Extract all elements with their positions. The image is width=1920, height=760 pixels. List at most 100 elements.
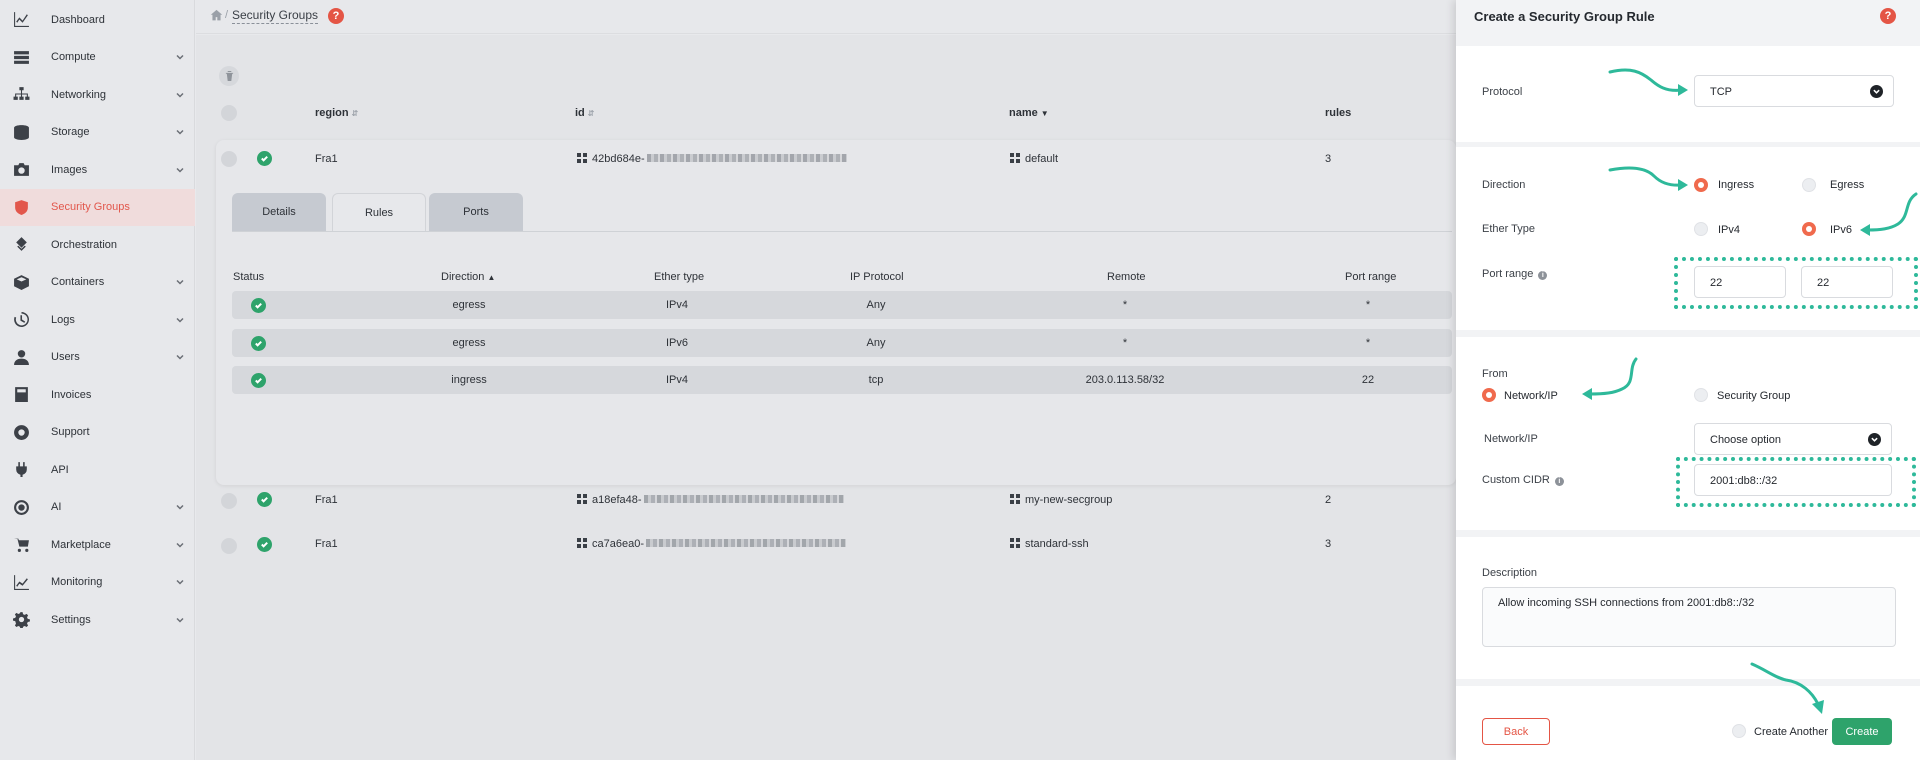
row-name[interactable]: standard-ssh [1010,538,1089,550]
column-header-id[interactable]: id ⇵ [575,107,594,119]
sidebar-item-monitoring[interactable]: Monitoring [0,564,195,601]
ether-ipv4-label[interactable]: IPv4 [1718,224,1740,236]
row-id[interactable]: 42bd684e- [577,153,847,165]
sidebar-item-label: Images [51,163,88,176]
sidebar-item-label: Networking [51,88,107,101]
row-name[interactable]: default [1010,153,1058,165]
ether-ipv6-label[interactable]: IPv6 [1830,224,1852,236]
chevron-down-icon [175,277,185,287]
help-icon[interactable]: ? [328,8,344,24]
check-circle-icon [257,151,272,166]
sidebar-item-label: Marketplace [51,538,111,551]
delete-button[interactable] [219,66,239,86]
chevron-down-icon [175,127,185,137]
sidebar-item-invoices[interactable]: Invoices [0,376,195,413]
tab-ports[interactable]: Ports [429,193,523,231]
rule-ether-type: IPv6 [665,336,688,349]
row-checkbox[interactable] [221,538,237,554]
from-network-ip-label[interactable]: Network/IP [1504,390,1558,402]
chevron-down-icon [175,315,185,325]
row-id[interactable]: a18efa48- [577,494,844,506]
row-id[interactable]: ca7a6ea0- [577,538,846,550]
user-icon [13,349,30,366]
camera-icon [13,161,30,178]
sidebar-item-ai[interactable]: AI [0,489,195,526]
create-another-label[interactable]: Create Another [1754,726,1828,738]
redacted-id [646,154,847,162]
help-icon[interactable]: ? [1880,8,1896,24]
back-button[interactable]: Back [1482,718,1550,745]
sidebar-item-images[interactable]: Images [0,151,195,188]
sidebar-item-security-groups[interactable]: Security Groups [0,188,195,226]
sidebar-item-containers[interactable]: Containers [0,264,195,301]
from-network-ip-radio[interactable] [1482,388,1496,402]
trash-icon [225,71,233,81]
calculator-icon [13,386,30,403]
rule-ether-type: IPv4 [665,299,688,311]
select-all-checkbox[interactable] [221,105,237,121]
sidebar-item-networking[interactable]: Networking [0,76,195,113]
create-rule-panel: Create a Security Group Rule ? Protocol … [1456,0,1920,760]
sidebar-item-label: Compute [51,51,96,63]
check-circle-icon [251,335,266,351]
sidebar-item-label: Settings [51,613,91,626]
direction-egress-radio[interactable] [1802,178,1816,192]
tab-rules[interactable]: Rules [332,193,426,231]
redacted-id [643,495,844,503]
create-button[interactable]: Create [1832,718,1892,745]
ether-ipv4-radio[interactable] [1694,222,1708,236]
description-textarea[interactable]: Allow incoming SSH connections from 2001… [1482,587,1896,647]
rule-direction: egress [452,336,486,349]
redacted-id [646,539,846,547]
ether-ipv6-radio[interactable] [1802,222,1816,236]
sidebar-item-marketplace[interactable]: Marketplace [0,526,195,563]
sidebar-item-label: Storage [51,126,90,138]
direction-egress-label[interactable]: Egress [1830,179,1864,191]
chevron-down-icon [175,502,185,512]
sidebar-item-support[interactable]: Support [0,414,195,451]
row-rules: 3 [1325,153,1332,165]
custom-cidr-highlight [1676,457,1916,507]
column-header-region[interactable]: region ⇵ [315,107,358,119]
topbar: / Security Groups ? [196,0,1456,34]
sidebar-item-api[interactable]: API [0,451,195,488]
network-ip-select[interactable]: Choose option [1694,423,1892,455]
chevron-down-icon [175,90,185,100]
sidebar-item-logs[interactable]: Logs [0,301,195,338]
custom-cidr-label: Custom CIDR i [1482,474,1564,486]
from-security-group-radio[interactable] [1694,388,1708,402]
check-circle-icon [257,537,272,552]
from-security-group-label[interactable]: Security Group [1717,390,1790,402]
sidebar-item-orchestration[interactable]: Orchestration [0,226,195,263]
create-another-radio[interactable] [1732,724,1746,738]
database-icon [13,124,30,141]
direction-ingress-label[interactable]: Ingress [1718,179,1754,191]
rules-header-remote: Remote [1107,271,1146,283]
protocol-select[interactable]: TCP [1694,75,1894,107]
rule-direction: egress [452,299,486,311]
sidebar-item-storage[interactable]: Storage [0,114,195,151]
tab-details[interactable]: Details [232,193,326,231]
rules-header-status: Status [233,271,265,283]
rules-header-direction[interactable]: Direction ▲ [441,271,495,283]
sidebar-item-label: Invoices [51,388,92,401]
row-checkbox[interactable] [221,151,237,167]
direction-ingress-radio[interactable] [1694,178,1708,192]
sidebar-item-label: Dashboard [51,13,105,26]
column-header-rules[interactable]: rules [1325,107,1351,119]
breadcrumb-current[interactable]: Security Groups [232,8,319,24]
sidebar-item-settings[interactable]: Settings [0,601,195,638]
history-icon [13,311,30,328]
info-icon: i [1538,271,1548,280]
sidebar-item-users[interactable]: Users [0,339,195,376]
row-checkbox[interactable] [221,493,237,509]
row-region: Fra1 [315,153,338,165]
row-name[interactable]: my-new-secgroup [1010,494,1112,506]
sidebar-item-dashboard[interactable]: Dashboard [0,1,195,38]
lifebuoy-icon [13,424,30,441]
row-region: Fra1 [315,538,338,550]
sidebar-item-compute[interactable]: Compute [0,39,195,76]
column-header-name[interactable]: name ▼ [1009,107,1049,119]
home-icon[interactable] [210,9,223,22]
rule-port-range: * [1365,299,1371,311]
